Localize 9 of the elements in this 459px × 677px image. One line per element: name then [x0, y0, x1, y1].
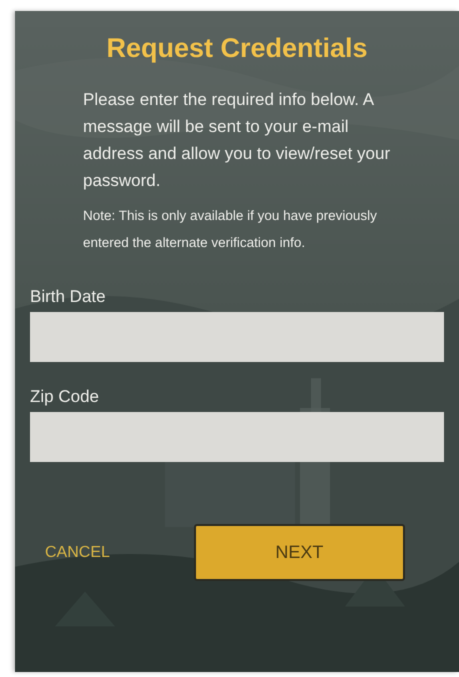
cancel-button[interactable]: CANCEL — [45, 540, 110, 564]
instructions-text: Please enter the required info below. A message will be sent to your e-mail address and allow you to view/reset your password. — [83, 89, 392, 192]
input-field[interactable] — [30, 412, 444, 462]
next-button[interactable]: NEXT — [194, 524, 405, 581]
dialog-title: Request Credentials — [106, 35, 368, 62]
note-text: Note: This is only available if you have previously entered the alternate verification info. — [83, 207, 378, 252]
field-label: Birth Date — [30, 286, 107, 308]
field-label: Zip Code — [30, 386, 100, 408]
input-field[interactable] — [30, 312, 444, 362]
